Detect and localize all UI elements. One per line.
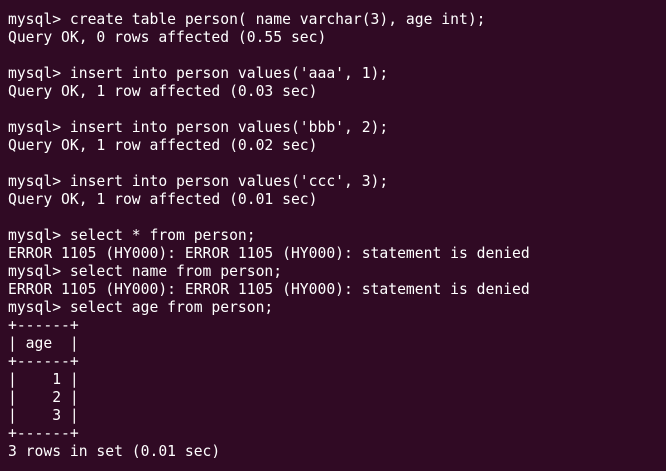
terminal-line-query-ok: Query OK, 1 row affected (0.01 sec) (8, 191, 318, 208)
result-table-row: | 2 | (8, 389, 79, 406)
terminal-window[interactable]: mysql> create table person( name varchar… (0, 0, 666, 471)
terminal-line-select-name: mysql> select name from person; (8, 263, 283, 280)
result-table-row: | 3 | (8, 407, 79, 424)
terminal-line-result-summary: 3 rows in set (0.01 sec) (8, 443, 221, 460)
terminal-line-error: ERROR 1105 (HY000): ERROR 1105 (HY000): … (8, 245, 530, 262)
terminal-line-select-all: mysql> select * from person; (8, 227, 256, 244)
terminal-line-query-ok: Query OK, 1 row affected (0.02 sec) (8, 137, 318, 154)
terminal-line-select-age: mysql> select age from person; (8, 299, 274, 316)
terminal-line-query-ok: Query OK, 0 rows affected (0.55 sec) (8, 29, 327, 46)
terminal-line-error: ERROR 1105 (HY000): ERROR 1105 (HY000): … (8, 281, 530, 298)
terminal-line-insert-bbb: mysql> insert into person values('bbb', … (8, 119, 389, 136)
result-table-header: | age | (8, 335, 79, 352)
result-table-row: | 1 | (8, 371, 79, 388)
result-table-border: +------+ (8, 317, 79, 334)
result-table-border: +------+ (8, 353, 79, 370)
terminal-line-insert-aaa: mysql> insert into person values('aaa', … (8, 65, 389, 82)
terminal-line-query-ok: Query OK, 1 row affected (0.03 sec) (8, 83, 318, 100)
terminal-line-insert-ccc: mysql> insert into person values('ccc', … (8, 173, 389, 190)
terminal-line-create-table: mysql> create table person( name varchar… (8, 11, 486, 28)
result-table-border: +------+ (8, 425, 79, 442)
